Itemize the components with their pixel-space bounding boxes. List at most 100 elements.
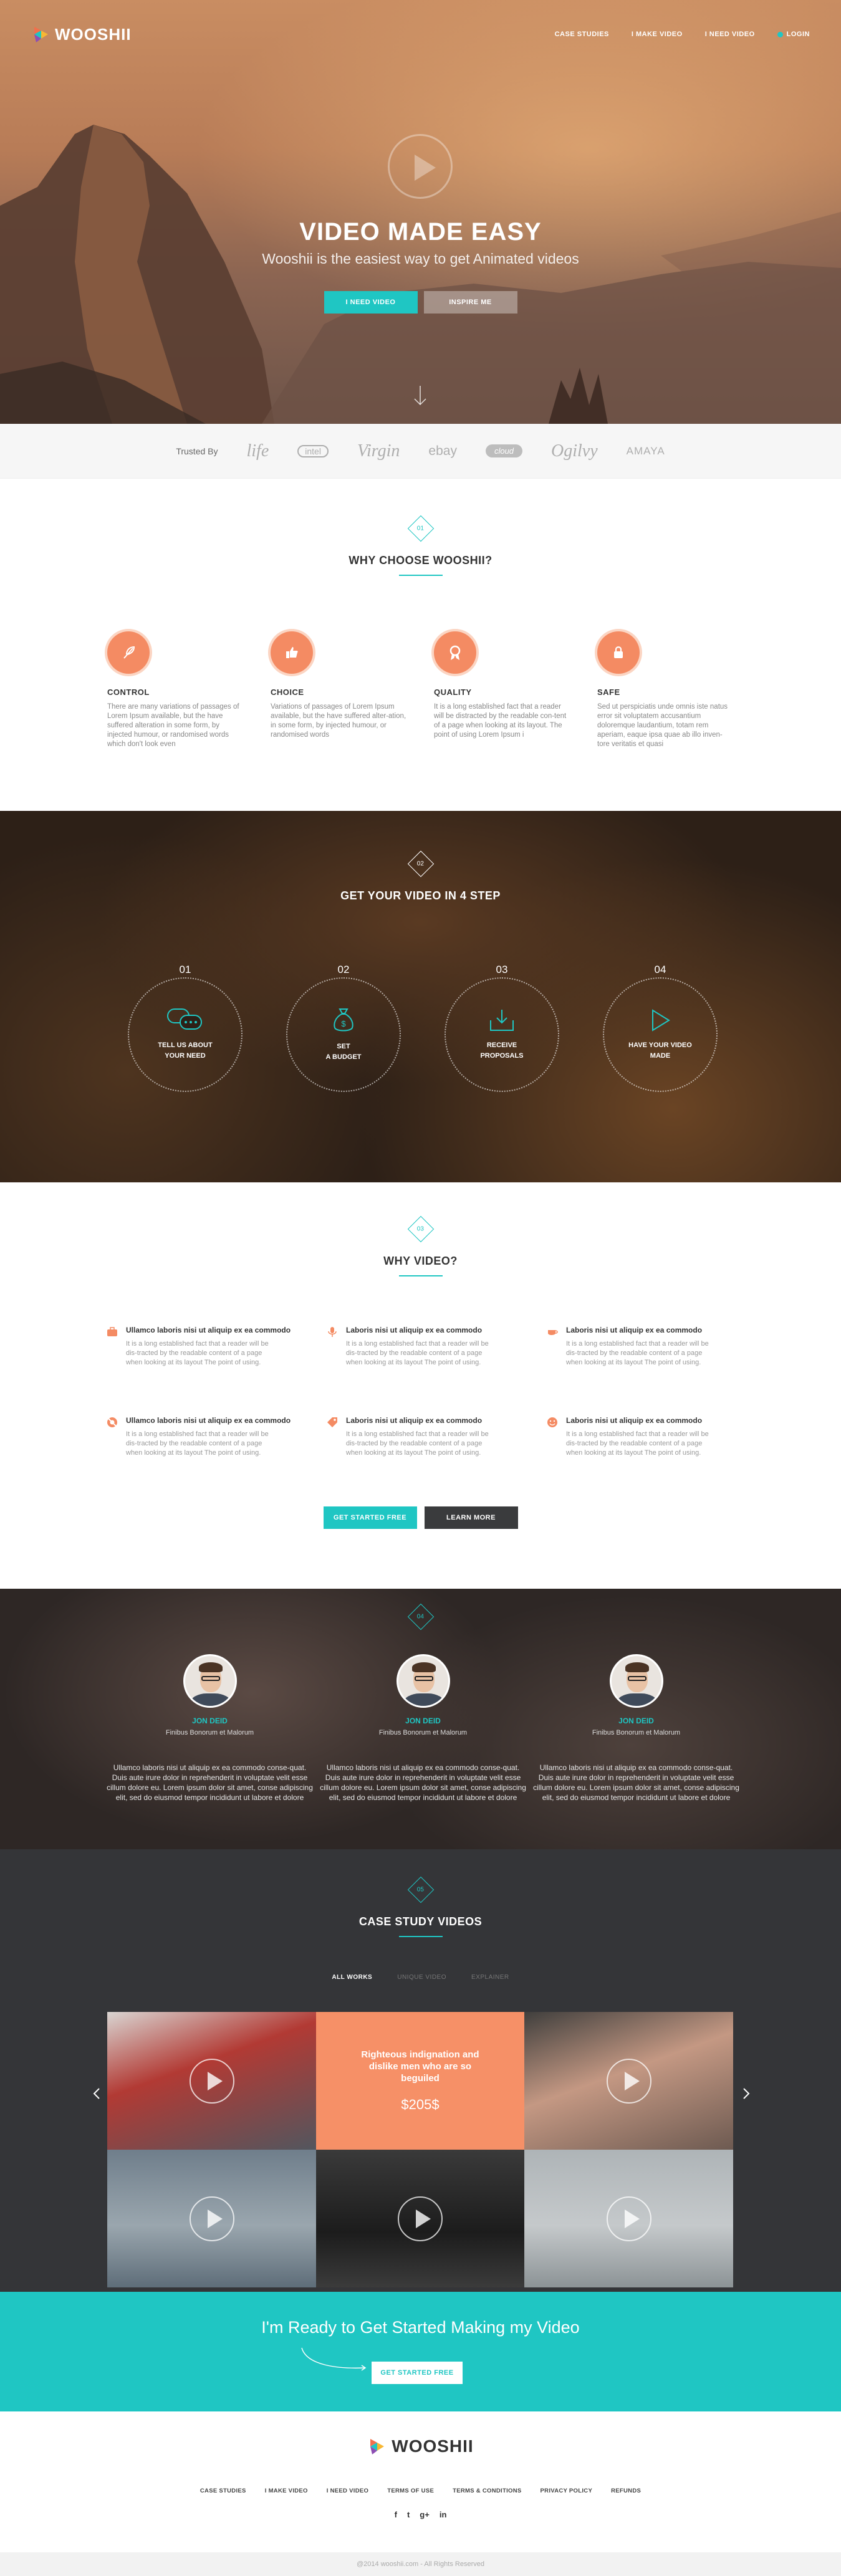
client-logo-ogilvy: Ogilvy bbox=[551, 441, 598, 461]
person-name: JON DEID bbox=[192, 1717, 228, 1725]
footer: WOOSHII CASE STUDIES I MAKE VIDEO I NEED… bbox=[0, 2411, 841, 2552]
testimonials-row: JON DEID Finibus Bonorum et Malorum Ulla… bbox=[106, 1654, 740, 1803]
section-number-badge: 01 bbox=[407, 515, 434, 542]
nav-i-make-video[interactable]: I MAKE VIDEO bbox=[632, 31, 683, 38]
footer-link-i-make-video[interactable]: I MAKE VIDEO bbox=[265, 2487, 308, 2494]
testimonials-header: 04 bbox=[0, 1603, 841, 1630]
main-nav: CASE STUDIES I MAKE VIDEO I NEED VIDEO L… bbox=[555, 31, 810, 38]
client-logo-life: life bbox=[246, 441, 269, 461]
section-number: 05 bbox=[416, 1886, 425, 1894]
chevron-right-icon[interactable] bbox=[742, 2087, 751, 2100]
play-icon[interactable] bbox=[189, 2196, 234, 2241]
brand-logo[interactable]: WOOSHII bbox=[31, 25, 132, 44]
case-highlight-tile[interactable]: Righteous indignation and dislike men wh… bbox=[316, 2012, 524, 2150]
feature-title: CHOICE bbox=[271, 687, 304, 697]
case-video-tile[interactable] bbox=[524, 2150, 733, 2287]
features-row: CONTROL There are many variations of pas… bbox=[107, 631, 733, 749]
why-video-buttons: GET STARTED FREE LEARN MORE bbox=[0, 1506, 841, 1529]
why-video-section: 03 WHY VIDEO? Ullamco laboris nisi ut al… bbox=[0, 1182, 841, 1589]
why-video-title: WHY VIDEO? bbox=[383, 1255, 458, 1267]
feature-text: There are many variations of passages of… bbox=[107, 703, 239, 748]
benefit-title: Ullamco laboris nisi ut aliquip ex ea co… bbox=[126, 1416, 291, 1425]
case-video-tile[interactable] bbox=[107, 2012, 316, 2150]
filter-explainer[interactable]: EXPLAINER bbox=[471, 1974, 509, 1981]
benefit-item: Laboris nisi ut aliquip ex ea commodo It … bbox=[546, 1416, 766, 1458]
person-role: Finibus Bonorum et Malorum bbox=[165, 1729, 254, 1736]
footer-brand-name: WOOSHII bbox=[392, 2436, 474, 2456]
linkedin-icon[interactable]: in bbox=[440, 2510, 447, 2519]
title-underline bbox=[398, 575, 443, 576]
filter-unique-video[interactable]: UNIQUE VIDEO bbox=[397, 1974, 446, 1981]
testimonial-quote: Ullamco laboris nisi ut aliquip ex ea co… bbox=[533, 1763, 739, 1802]
get-started-free-button[interactable]: GET STARTED FREE bbox=[323, 1506, 417, 1529]
footer-link-case-studies[interactable]: CASE STUDIES bbox=[200, 2487, 246, 2494]
smiley-icon bbox=[547, 1417, 557, 1427]
step-number: 02 bbox=[337, 964, 350, 975]
i-need-video-button[interactable]: I NEED VIDEO bbox=[324, 291, 418, 314]
footer-logo[interactable]: WOOSHII bbox=[0, 2436, 841, 2456]
benefit-text: It is a long established fact that a rea… bbox=[126, 1430, 269, 1457]
footer-link-privacy-policy[interactable]: PRIVACY POLICY bbox=[541, 2487, 593, 2494]
step-text: RECEIVE PROPOSALS bbox=[480, 1040, 523, 1061]
step-circle: HAVE YOUR VIDEO MADE bbox=[603, 977, 718, 1092]
nav-case-studies[interactable]: CASE STUDIES bbox=[555, 31, 609, 38]
feature-title: CONTROL bbox=[107, 687, 150, 697]
thumbs-up-icon bbox=[271, 631, 313, 674]
play-icon[interactable] bbox=[189, 2058, 234, 2104]
feature-safe: SAFE Sed ut perspiciatis unde omnis iste… bbox=[597, 631, 733, 749]
top-navigation: WOOSHII CASE STUDIES I MAKE VIDEO I NEED… bbox=[0, 0, 841, 69]
step-circle: TELL US ABOUT YOUR NEED bbox=[128, 977, 243, 1092]
footer-link-refunds[interactable]: REFUNDS bbox=[611, 2487, 641, 2494]
inspire-me-button[interactable]: INSPIRE ME bbox=[423, 291, 517, 314]
person-role: Finibus Bonorum et Malorum bbox=[592, 1729, 681, 1736]
client-logo-amaya: AMAYA bbox=[626, 444, 665, 457]
case-filters: ALL WORKS UNIQUE VIDEO EXPLAINER bbox=[0, 1974, 841, 1981]
benefit-item: Laboris nisi ut aliquip ex ea commodo It … bbox=[326, 1416, 546, 1458]
case-video-tile[interactable] bbox=[107, 2150, 316, 2287]
why-choose-title: WHY CHOOSE WOOSHII? bbox=[348, 554, 493, 567]
case-study-title: CASE STUDY VIDEOS bbox=[358, 1915, 483, 1928]
feather-icon bbox=[107, 631, 150, 674]
play-icon[interactable] bbox=[606, 2058, 651, 2104]
case-video-tile[interactable] bbox=[524, 2012, 733, 2150]
hero-subtitle: Wooshii is the easiest way to get Animat… bbox=[262, 251, 579, 267]
step-text: SET A BUDGET bbox=[325, 1041, 361, 1063]
steps-header: 02 GET YOUR VIDEO IN 4 STEP bbox=[0, 850, 841, 903]
section-number-badge: 04 bbox=[407, 1603, 434, 1630]
section-number: 01 bbox=[416, 525, 425, 532]
nav-i-need-video[interactable]: I NEED VIDEO bbox=[705, 31, 755, 38]
filter-all-works[interactable]: ALL WORKS bbox=[332, 1974, 372, 1981]
step-4: 04 HAVE YOUR VIDEO MADE bbox=[603, 964, 718, 1092]
play-icon[interactable] bbox=[398, 2196, 443, 2241]
footer-link-terms-conditions[interactable]: TERMS & CONDITIONS bbox=[453, 2487, 521, 2494]
facebook-icon[interactable]: f bbox=[395, 2510, 397, 2519]
feature-control: CONTROL There are many variations of pas… bbox=[107, 631, 243, 749]
arrow-down-icon[interactable] bbox=[413, 385, 428, 406]
cta-get-started-button[interactable]: GET STARTED FREE bbox=[372, 2362, 463, 2384]
person-role: Finibus Bonorum et Malorum bbox=[378, 1729, 468, 1736]
twitter-icon[interactable]: t bbox=[407, 2510, 410, 2519]
client-logo-intel: intel bbox=[297, 444, 329, 457]
section-number: 04 bbox=[416, 1613, 425, 1621]
chevron-left-icon[interactable] bbox=[92, 2087, 101, 2100]
benefit-text: It is a long established fact that a rea… bbox=[566, 1430, 709, 1457]
step-circle: RECEIVE PROPOSALS bbox=[445, 977, 559, 1092]
footer-link-i-need-video[interactable]: I NEED VIDEO bbox=[327, 2487, 368, 2494]
trusted-by-bar: Trusted By life intel Virgin ebay cloud … bbox=[0, 424, 841, 479]
learn-more-button[interactable]: LEARN MORE bbox=[424, 1506, 518, 1529]
money-bag-icon: $ bbox=[334, 1008, 353, 1032]
google-plus-icon[interactable]: g+ bbox=[420, 2510, 430, 2519]
cta-text: I'm Ready to Get Started Making my Video bbox=[261, 2318, 580, 2337]
step-number: 04 bbox=[654, 964, 666, 975]
footer-links: CASE STUDIES I MAKE VIDEO I NEED VIDEO T… bbox=[0, 2487, 841, 2494]
login-label: LOGIN bbox=[786, 31, 810, 38]
case-video-tile[interactable] bbox=[316, 2150, 524, 2287]
avatar bbox=[609, 1654, 663, 1708]
section-number-badge: 03 bbox=[407, 1215, 434, 1243]
play-icon[interactable] bbox=[606, 2196, 651, 2241]
section-number-badge: 02 bbox=[407, 850, 434, 878]
footer-link-terms-of-use[interactable]: TERMS OF USE bbox=[387, 2487, 434, 2494]
play-icon[interactable] bbox=[388, 134, 453, 199]
avatar bbox=[183, 1654, 237, 1708]
nav-login[interactable]: LOGIN bbox=[777, 31, 810, 38]
